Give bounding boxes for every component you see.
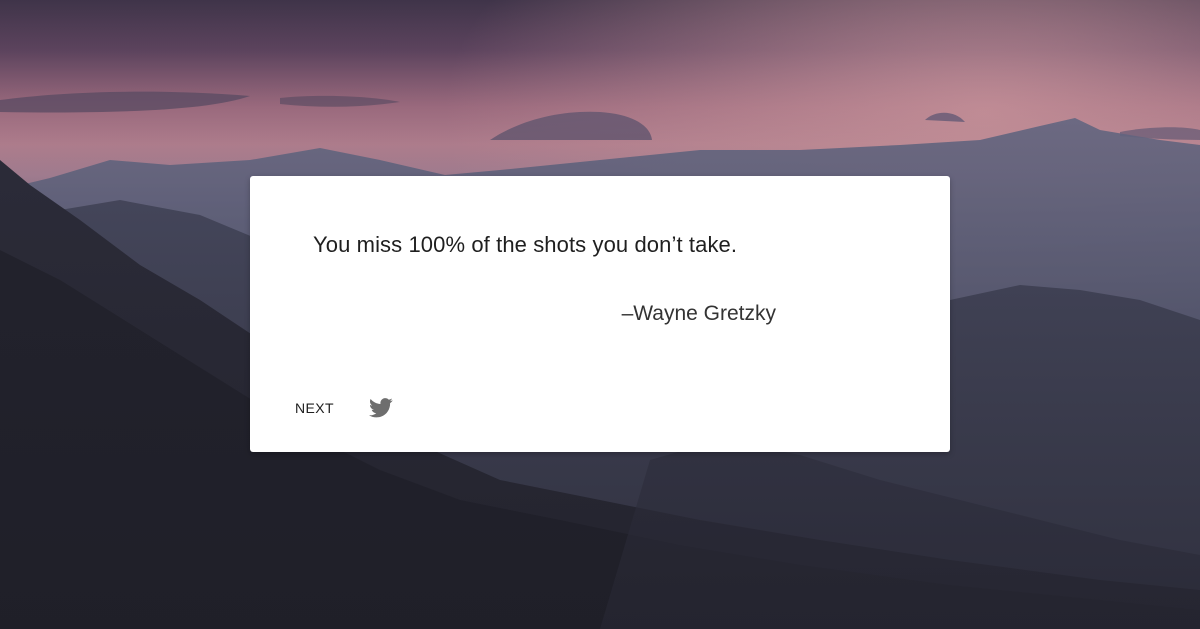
quote-text: You miss 100% of the shots you don’t tak… <box>313 232 738 257</box>
next-button[interactable]: NEXT <box>282 394 347 422</box>
quote-card: You miss 100% of the shots you don’t tak… <box>250 176 950 452</box>
twitter-icon[interactable] <box>368 398 393 418</box>
quote-author: –Wayne Gretzky <box>621 302 776 325</box>
card-actions: NEXT <box>282 394 393 422</box>
